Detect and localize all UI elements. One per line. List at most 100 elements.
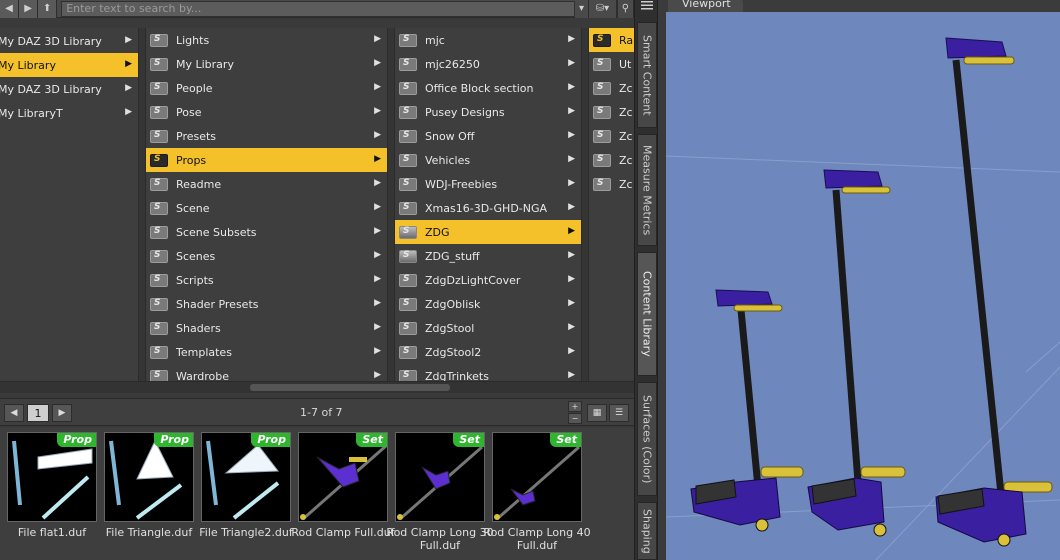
folder-item[interactable]: ZDG ▶ bbox=[395, 220, 581, 244]
forward-button[interactable]: ▶ bbox=[19, 0, 39, 18]
up-button[interactable]: ⬆ bbox=[38, 0, 58, 18]
folder-item[interactable]: My LibraryT ▶ bbox=[0, 101, 138, 125]
plus-icon: + bbox=[571, 402, 579, 411]
folder-item[interactable]: Zc bbox=[589, 76, 634, 100]
folder-item[interactable]: Presets ▶ bbox=[146, 124, 387, 148]
folder-item[interactable]: Zc bbox=[589, 100, 634, 124]
folder-item[interactable]: Snow Off ▶ bbox=[395, 124, 581, 148]
asset-thumbnail[interactable]: Set bbox=[492, 432, 582, 522]
tab-content-library[interactable]: Content Library bbox=[637, 252, 657, 376]
folder-icon bbox=[593, 177, 611, 191]
folder-item[interactable]: My Library ▶ bbox=[146, 52, 387, 76]
search-button[interactable]: ⚲ bbox=[616, 0, 635, 18]
folder-item[interactable]: Vehicles ▶ bbox=[395, 148, 581, 172]
folder-item[interactable]: Office Block section ▶ bbox=[395, 76, 581, 100]
column-libraries: My DAZ 3D Library ▶ My Library ▶ My DAZ 3D L… bbox=[0, 28, 138, 383]
asset-thumbnail[interactable]: Set bbox=[395, 432, 485, 522]
folder-item[interactable]: Templates ▶ bbox=[146, 340, 387, 364]
folder-item[interactable]: Zc bbox=[589, 148, 634, 172]
folder-item[interactable]: Shaders ▶ bbox=[146, 316, 387, 340]
column-divider[interactable] bbox=[387, 28, 395, 383]
folder-icon bbox=[150, 177, 168, 191]
folder-item[interactable]: Props ▶ bbox=[146, 148, 387, 172]
folder-item[interactable]: Shader Presets ▶ bbox=[146, 292, 387, 316]
viewport[interactable] bbox=[666, 12, 1060, 560]
asset-label[interactable]: File Triangle.duf bbox=[94, 526, 204, 539]
minus-icon: − bbox=[571, 414, 579, 423]
folder-icon bbox=[150, 249, 168, 263]
folder-item[interactable]: WDJ-Freebies ▶ bbox=[395, 172, 581, 196]
search-dropdown-button[interactable]: ▾ bbox=[574, 0, 589, 18]
prev-page-button[interactable]: ◀ bbox=[4, 404, 24, 422]
chevron-right-icon: ▶ bbox=[568, 178, 575, 188]
folder-item[interactable]: Scene Subsets ▶ bbox=[146, 220, 387, 244]
asset-label[interactable]: File flat1.duf bbox=[0, 526, 107, 539]
side-tab-bar: Smart Content Measure Metrics Content Li… bbox=[634, 0, 658, 560]
asset-thumbnail[interactable]: Prop bbox=[7, 432, 97, 522]
column-divider[interactable] bbox=[138, 28, 146, 383]
folder-icon bbox=[399, 201, 417, 215]
tab-smart-content[interactable]: Smart Content bbox=[637, 22, 657, 128]
folder-label: Office Block section bbox=[425, 81, 534, 95]
folder-item[interactable]: ZdgDzLightCover ▶ bbox=[395, 268, 581, 292]
folder-item[interactable]: Pusey Designs ▶ bbox=[395, 100, 581, 124]
folder-item[interactable]: My DAZ 3D Library ▶ bbox=[0, 77, 138, 101]
folder-item[interactable]: Scripts ▶ bbox=[146, 268, 387, 292]
folder-label: Scene Subsets bbox=[176, 225, 257, 239]
folder-item[interactable]: ZDG_stuff ▶ bbox=[395, 244, 581, 268]
rod-clamp-tall bbox=[935, 37, 1053, 547]
asset-label[interactable]: File Triangle2.duf bbox=[191, 526, 301, 539]
folder-icon bbox=[150, 273, 168, 287]
chevron-right-icon: ▶ bbox=[374, 298, 381, 308]
folder-item[interactable]: Pose ▶ bbox=[146, 100, 387, 124]
folder-item[interactable]: Ra bbox=[589, 28, 634, 52]
folder-item[interactable]: Xmas16-3D-GHD-NGA ▶ bbox=[395, 196, 581, 220]
menu-icon[interactable] bbox=[639, 0, 655, 10]
back-button[interactable]: ◀ bbox=[0, 0, 20, 18]
next-page-button[interactable]: ▶ bbox=[52, 404, 72, 422]
list-view-button[interactable]: ☰ bbox=[609, 404, 629, 422]
folder-item[interactable]: People ▶ bbox=[146, 76, 387, 100]
tab-surfaces[interactable]: Surfaces (Color) bbox=[637, 382, 657, 496]
tab-shaping[interactable]: Shaping bbox=[637, 502, 657, 560]
chevron-right-icon: ▶ bbox=[374, 58, 381, 68]
chevron-right-icon: ▶ bbox=[568, 130, 575, 140]
folder-item[interactable]: My DAZ 3D Library ▶ bbox=[0, 29, 138, 53]
page-number[interactable]: 1 bbox=[27, 404, 49, 422]
asset-thumbnail[interactable]: Prop bbox=[104, 432, 194, 522]
folder-item[interactable]: Scene ▶ bbox=[146, 196, 387, 220]
asset-label[interactable]: Rod Clamp Full.duf bbox=[288, 526, 398, 539]
database-button[interactable]: ⛁▾ bbox=[588, 0, 617, 18]
viewport-tab[interactable]: Viewport bbox=[668, 0, 743, 12]
asset-label[interactable]: Rod Clamp Long 30 Full.duf bbox=[385, 526, 495, 552]
rod-clamp-short bbox=[690, 289, 804, 532]
folder-item[interactable]: Lights ▶ bbox=[146, 28, 387, 52]
folder-item[interactable]: ZdgOblisk ▶ bbox=[395, 292, 581, 316]
grid-view-button[interactable]: ▦ bbox=[587, 404, 607, 422]
tab-measure-metrics[interactable]: Measure Metrics bbox=[637, 134, 657, 246]
asset-thumbnail[interactable]: Set bbox=[298, 432, 388, 522]
folder-item[interactable]: Ut bbox=[589, 52, 634, 76]
folder-item[interactable]: mjc26250 ▶ bbox=[395, 52, 581, 76]
folder-item[interactable]: Zc bbox=[589, 172, 634, 196]
folder-label: ZDG_stuff bbox=[425, 249, 480, 263]
asset-thumbnail[interactable]: Prop bbox=[201, 432, 291, 522]
folder-item[interactable]: My Library ▶ bbox=[0, 53, 138, 77]
folder-item[interactable]: Zc bbox=[589, 124, 634, 148]
folder-label: Props bbox=[176, 153, 207, 167]
folder-item[interactable]: Scenes ▶ bbox=[146, 244, 387, 268]
folder-label: Xmas16-3D-GHD-NGA bbox=[425, 201, 548, 215]
scrollbar-thumb[interactable] bbox=[250, 384, 450, 391]
column-divider[interactable] bbox=[581, 28, 589, 383]
search-input[interactable] bbox=[61, 0, 575, 17]
folder-item[interactable]: Readme ▶ bbox=[146, 172, 387, 196]
folder-icon bbox=[593, 33, 611, 47]
folder-item[interactable]: mjc ▶ bbox=[395, 28, 581, 52]
asset-label[interactable]: Rod Clamp Long 40 Full.duf bbox=[482, 526, 592, 552]
folder-icon bbox=[150, 153, 168, 167]
folder-item[interactable]: ZdgStool2 ▶ bbox=[395, 340, 581, 364]
horizontal-scrollbar[interactable] bbox=[0, 381, 634, 393]
folder-item[interactable]: ZdgStool ▶ bbox=[395, 316, 581, 340]
zoom-out-button[interactable]: − bbox=[568, 413, 582, 424]
zoom-in-button[interactable]: + bbox=[568, 401, 582, 412]
